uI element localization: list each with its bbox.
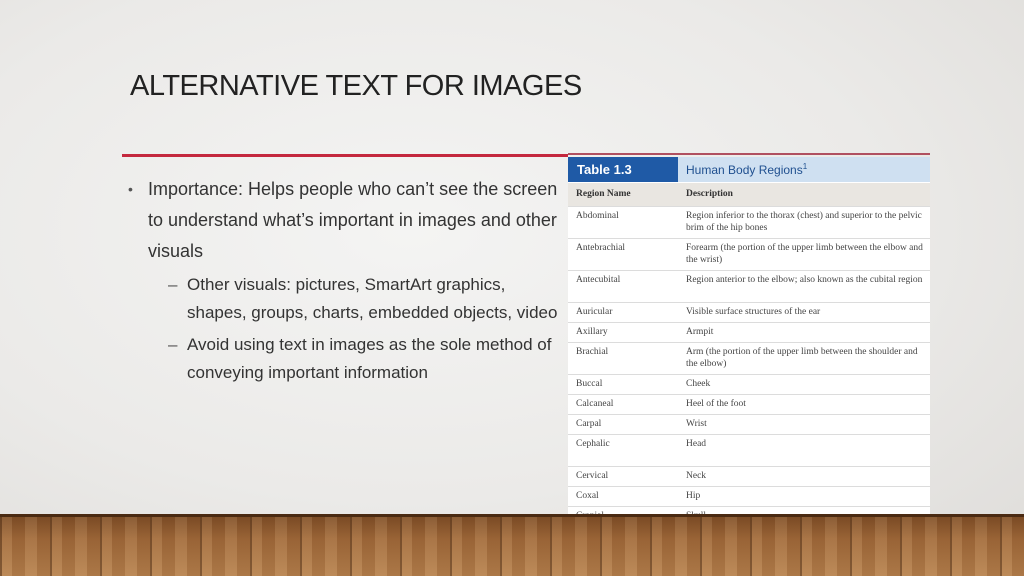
table-row: Abdominal Region inferior to the thorax (… [568,206,930,238]
region-description: Arm (the portion of the upper limb betwe… [686,347,918,369]
table-row: Auricular Visible surface structures of t… [568,302,930,322]
region-description: Region inferior to the thorax (chest) an… [686,211,922,233]
table-row: Cervical Neck [568,466,930,486]
table-row: Coxal Hip [568,486,930,506]
region-description: Neck [686,471,707,481]
region-name: Carpal [576,419,602,429]
region-description: Cheek [686,379,711,389]
table-row: Carpal Wrist [568,414,930,434]
sub-bullet-list: – Other visuals: pictures, SmartArt grap… [128,271,558,387]
body-regions-table-image: Table 1.3 Human Body Regions1 Region Nam… [568,157,930,526]
region-description: Head [686,439,707,449]
region-name: Auricular [576,307,613,317]
dash-icon: – [168,335,178,354]
table-row: Brachial Arm (the portion of the upper li… [568,342,930,374]
table-row: Axillary Armpit [568,322,930,342]
region-name: Calcaneal [576,399,614,409]
region-name: Cephalic [576,439,610,449]
dash-icon: – [168,275,178,294]
region-name: Brachial [576,347,609,357]
table-row: Calcaneal Heel of the foot [568,394,930,414]
table-name: Human Body Regions1 [678,157,930,182]
table-name-text: Human Body Regions [686,163,803,177]
region-name: Antebrachial [576,243,626,253]
sub-bullet-text: Other visuals: pictures, SmartArt graphi… [187,275,558,322]
region-description: Forearm (the portion of the upper limb b… [686,243,923,265]
region-description: Hip [686,491,701,501]
bullet-list: Importance: Helps people who can’t see t… [128,174,558,387]
table-footnote-marker: 1 [802,162,808,171]
table-row: Antecubital Region anterior to the elbow;… [568,270,930,302]
region-description: Armpit [686,327,714,337]
region-name: Antecubital [576,275,621,285]
table-header-row: Region Name Description [568,182,930,206]
table-row: Antebrachial Forearm (the portion of the … [568,238,930,270]
region-description: Region anterior to the elbow; also known… [686,275,923,285]
table-caption: Table 1.3 Human Body Regions1 [568,157,930,182]
region-name: Abdominal [576,211,619,221]
region-name: Cervical [576,471,609,481]
wood-floor-decoration [0,514,1024,576]
region-name: Buccal [576,379,603,389]
sub-bullet-text: Avoid using text in images as the sole m… [187,335,552,382]
bullet-importance: Importance: Helps people who can’t see t… [128,174,558,267]
table-top-rule [568,153,930,155]
table-row: Buccal Cheek [568,374,930,394]
sub-bullet-other-visuals: – Other visuals: pictures, SmartArt grap… [128,271,558,327]
sub-bullet-avoid-text: – Avoid using text in images as the sole… [128,331,558,387]
table-row: Cephalic Head [568,434,930,466]
region-description: Visible surface structures of the ear [686,307,821,317]
region-description: Wrist [686,419,707,429]
slide-title: ALTERNATIVE TEXT FOR IMAGES [130,70,582,102]
header-region-name: Region Name [576,189,631,199]
region-name: Coxal [576,491,599,501]
table-number: Table 1.3 [568,157,678,182]
region-description: Heel of the foot [686,399,746,409]
title-accent-rule [122,154,568,157]
region-name: Axillary [576,327,608,337]
header-description: Description [686,189,733,199]
